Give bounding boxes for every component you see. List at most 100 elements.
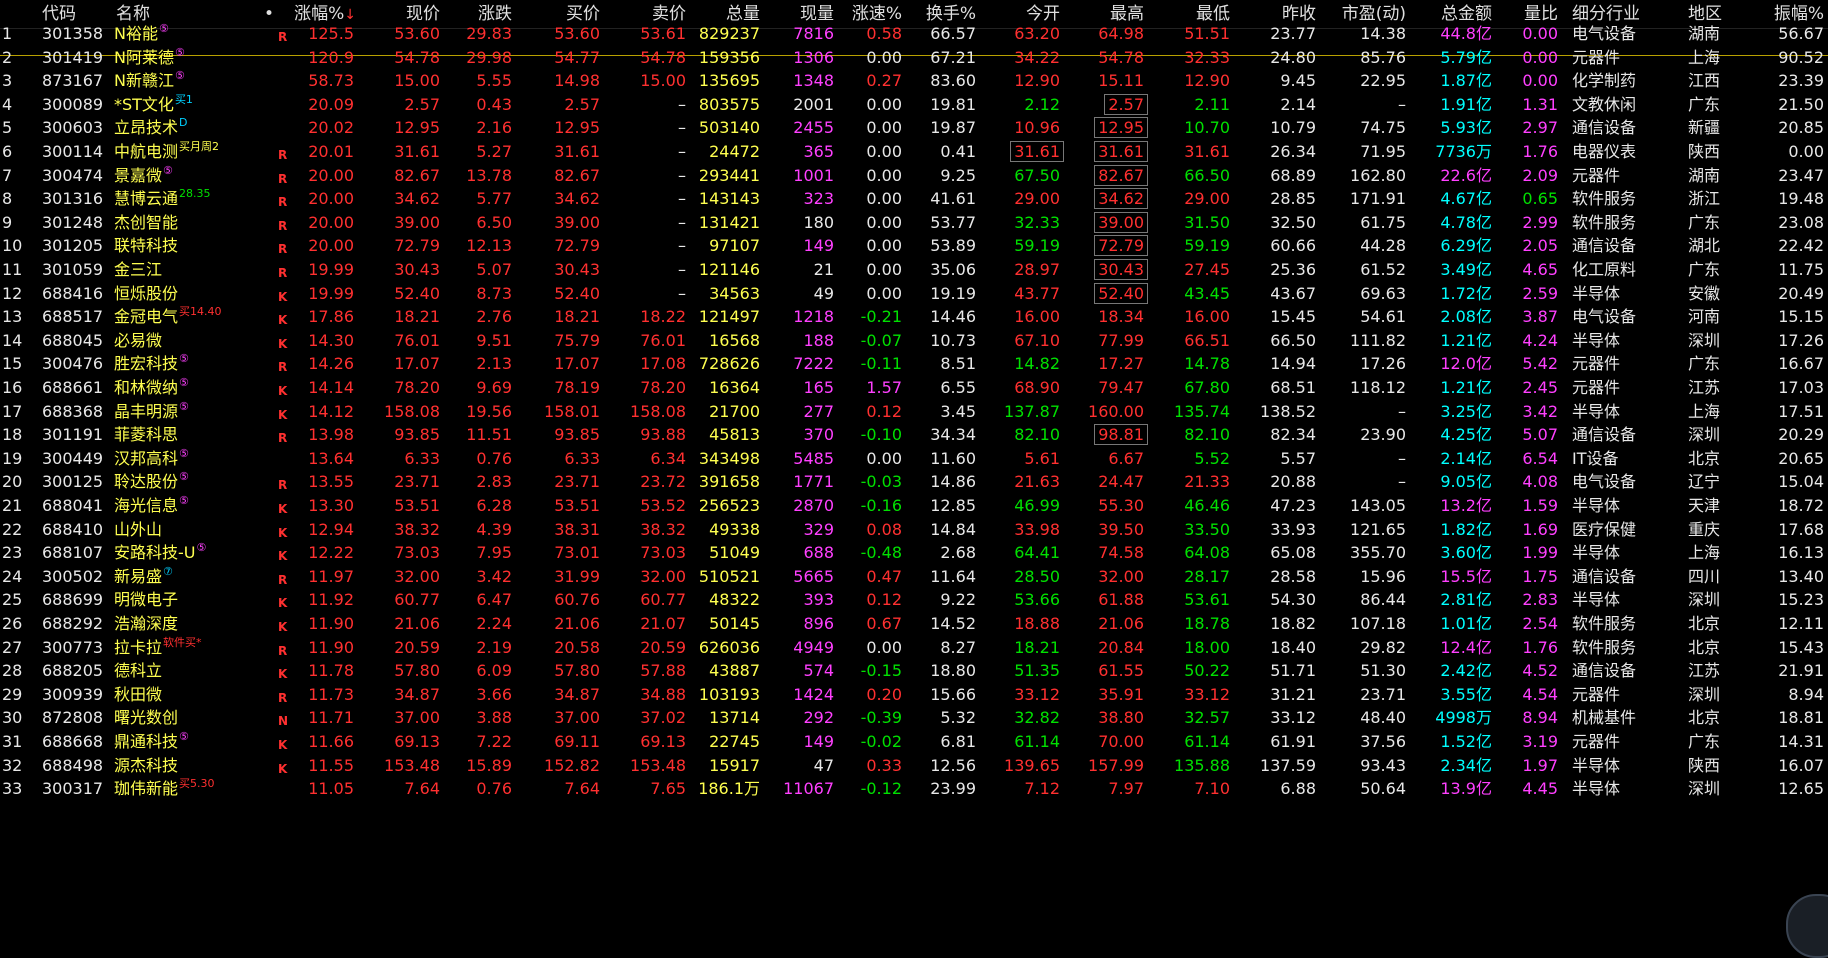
table-row[interactable]: 14 688045 必易微 K 14.30 76.01 9.51 75.79 76.01 1656… bbox=[0, 329, 1828, 353]
cell-cur-value: 180 bbox=[803, 212, 834, 232]
table-row[interactable]: 6 300114 中航电测买月周2 R 20.01 31.61 5.27 31.61–2447… bbox=[0, 140, 1828, 164]
cell-turn: 14.84 bbox=[904, 518, 976, 542]
table-row[interactable]: 1 301358 N裕能⑤ R 125.5 53.60 29.83 53.60 53.61 829… bbox=[0, 22, 1828, 46]
cell-chg-value: 58.73 bbox=[308, 71, 354, 91]
cell-open: 43.77 bbox=[978, 282, 1060, 306]
table-row[interactable]: 5 300603 立昂技术D 20.02 12.95 2.16 12.95–503140 24… bbox=[0, 116, 1828, 140]
cell-amt: 4.25亿 bbox=[1408, 423, 1492, 447]
table-row[interactable]: 13 688517 金冠电气买14.40 K 17.86 18.21 2.76 18.21 18… bbox=[0, 305, 1828, 329]
cell-prev: 33.12 bbox=[1232, 706, 1316, 730]
cell-code-value: 300449 bbox=[42, 448, 104, 468]
table-row[interactable]: 23 688107 安路科技-U⑤ K 12.22 73.03 7.95 73.01 73.03… bbox=[0, 541, 1828, 565]
cell-pe: 23.90 bbox=[1318, 423, 1406, 447]
cell-code-value: 300502 bbox=[42, 566, 104, 586]
cell-speed: 0.00 bbox=[836, 234, 902, 258]
table-row[interactable]: 15 300476 胜宏科技⑤ R 14.26 17.07 2.13 17.07 17.08 72… bbox=[0, 352, 1828, 376]
cell-high: 61.55 bbox=[1062, 659, 1144, 683]
cell-amp: 16.13 bbox=[1752, 541, 1824, 565]
table-row[interactable]: 26 688292 浩瀚深度 K 11.90 21.06 2.24 21.06 21.07 501… bbox=[0, 612, 1828, 636]
cell-bid-value: 52.40 bbox=[554, 283, 600, 303]
cell-ask-value: 73.03 bbox=[640, 543, 686, 563]
cell-open-value: 7.12 bbox=[1024, 779, 1060, 799]
cell-vol-value: 256523 bbox=[698, 496, 760, 515]
cell-chg-value: 19.99 bbox=[308, 260, 354, 279]
cell-open: 28.50 bbox=[978, 565, 1060, 589]
table-row[interactable]: 20 300125 聆达股份⑤ R 13.55 23.71 2.83 23.71 23.72 39… bbox=[0, 470, 1828, 494]
table-row[interactable]: 27 300773 拉卡拉软件买* R 11.90 20.59 2.19 20.58 20.59… bbox=[0, 636, 1828, 660]
cell-ind-value: 半导体 bbox=[1572, 401, 1621, 421]
table-row[interactable]: 7 300474 景嘉微⑤ R 20.00 82.67 13.78 82.67–293441 1… bbox=[0, 164, 1828, 188]
table-row[interactable]: 2 301419 N阿莱德⑤ 120.9 54.78 29.98 54.77 54.78 159… bbox=[0, 46, 1828, 70]
table-row[interactable]: 22 688410 山外山 K 12.94 38.32 4.39 38.31 38.32 4933… bbox=[0, 518, 1828, 542]
table-row[interactable]: 32 688498 源杰科技 K 11.55 153.48 15.89 152.82 153.4… bbox=[0, 754, 1828, 778]
table-row[interactable]: 25 688699 明微电子 K 11.92 60.77 6.47 60.76 60.77 483… bbox=[0, 588, 1828, 612]
table-row[interactable]: 3 873167 N新赣江⑤ 58.73 15.00 5.55 14.98 15.00 1356… bbox=[0, 69, 1828, 93]
table-row[interactable]: 33 300317 珈伟新能买5.30 11.05 7.64 0.76 7.64 7.65 18… bbox=[0, 777, 1828, 801]
table-row[interactable]: 19 300449 汉邦高科⑤ 13.64 6.33 0.76 6.33 6.34 343498… bbox=[0, 447, 1828, 471]
table-row[interactable]: 12 688416 恒烁股份 K 19.99 52.40 8.73 52.40–34563 49… bbox=[0, 282, 1828, 306]
cell-high: 20.84 bbox=[1062, 636, 1144, 660]
cell-low: 32.57 bbox=[1146, 706, 1230, 730]
table-row[interactable]: 8 301316 慧博云通28.35 R 20.00 34.62 5.77 34.62–143… bbox=[0, 187, 1828, 211]
corner-float-button[interactable] bbox=[1786, 894, 1828, 958]
cell-cur: 149 bbox=[762, 730, 834, 754]
cell-chg: 11.90 bbox=[278, 612, 354, 636]
table-row[interactable]: 4 300089 *ST文化买1 20.09 2.57 0.43 2.57–803575 20… bbox=[0, 93, 1828, 117]
cell-pe: 29.82 bbox=[1318, 636, 1406, 660]
cell-code-value: 300089 bbox=[42, 94, 104, 114]
table-row[interactable]: 24 300502 新易盛⑦ R 11.97 32.00 3.42 31.99 32.00 510… bbox=[0, 565, 1828, 589]
cell-name-value: 海光信息 bbox=[114, 496, 179, 515]
cell-turn: 23.99 bbox=[904, 777, 976, 801]
table-row[interactable]: 11 301059 金三江 R 19.99 30.43 5.07 30.43–121146 21… bbox=[0, 258, 1828, 282]
cell-speed: 0.00 bbox=[836, 211, 902, 235]
table-row[interactable]: 17 688368 晶丰明源⑤ K 14.12 158.08 19.56 158.01 158.… bbox=[0, 400, 1828, 424]
table-row[interactable]: 28 688205 德科立 K 11.78 57.80 6.09 57.80 57.88 4388… bbox=[0, 659, 1828, 683]
cell-low-value: 50.22 bbox=[1184, 661, 1230, 681]
cell-amp-value: 15.15 bbox=[1778, 307, 1824, 327]
table-row[interactable]: 29 300939 秋田微 R 11.73 34.87 3.66 34.87 34.88 1031… bbox=[0, 683, 1828, 707]
cell-ind: 元器件 bbox=[1572, 46, 1672, 70]
cell-vol: 34563 bbox=[688, 282, 760, 306]
cell-vol-value: 97107 bbox=[709, 236, 760, 256]
cell-vr-value: 4.54 bbox=[1522, 684, 1558, 704]
cell-amt-value: 13.9亿 bbox=[1440, 779, 1492, 799]
col-header-label: 细分行业 bbox=[1572, 4, 1640, 24]
cell-speed-value: 0.00 bbox=[866, 189, 902, 209]
cell-chg: 11.90 bbox=[278, 636, 354, 660]
cell-bid: 2.57 bbox=[514, 93, 600, 117]
cell-bid: 30.43 bbox=[514, 258, 600, 282]
cell-vr: 2.59 bbox=[1494, 282, 1558, 306]
table-row[interactable]: 10 301205 联特科技 R 20.00 72.79 12.13 72.79–97107 1… bbox=[0, 234, 1828, 258]
table-row[interactable]: 18 301191 菲菱科思 R 13.98 93.85 11.51 93.85 93.88 45… bbox=[0, 423, 1828, 447]
table-row[interactable]: 31 688668 鼎通科技⑤ K 11.66 69.13 7.22 69.11 69.13 22… bbox=[0, 730, 1828, 754]
col-header-label: 涨跌 bbox=[478, 4, 512, 24]
cell-ind-value: 元器件 bbox=[1572, 378, 1621, 397]
cell-price-value: 82.67 bbox=[394, 165, 440, 185]
table-row[interactable]: 9 301248 杰创智能 R 20.00 39.00 6.50 39.00–131421 18… bbox=[0, 211, 1828, 235]
cell-pe: 143.05 bbox=[1318, 494, 1406, 518]
cell-amt: 13.9亿 bbox=[1408, 777, 1492, 801]
cell-price: 60.77 bbox=[356, 588, 440, 612]
cell-ind: 元器件 bbox=[1572, 730, 1672, 754]
cell-ask: 53.52 bbox=[602, 494, 686, 518]
cell-pe: 17.26 bbox=[1318, 352, 1406, 376]
cell-region-value: 广东 bbox=[1688, 260, 1721, 279]
cell-diff: 6.47 bbox=[442, 588, 512, 612]
cell-amt: 2.14亿 bbox=[1408, 447, 1492, 471]
table-row[interactable]: 16 688661 和林微纳⑤ K 14.14 78.20 9.69 78.19 78.20 16… bbox=[0, 376, 1828, 400]
cell-cur-value: 574 bbox=[803, 661, 834, 681]
cell-name-value: 杰创智能 bbox=[114, 212, 179, 232]
cell-amt: 1.21亿 bbox=[1408, 376, 1492, 400]
cell-name-value: *ST文化 bbox=[114, 94, 174, 114]
cell-turn: 19.19 bbox=[904, 282, 976, 306]
cell-idx-value: 20 bbox=[2, 472, 23, 492]
cell-price: 73.03 bbox=[356, 541, 440, 565]
cell-cur: 11067 bbox=[762, 777, 834, 801]
cell-chg-value: 20.09 bbox=[308, 94, 354, 114]
cell-diff: 11.51 bbox=[442, 423, 512, 447]
cell-open: 139.65 bbox=[978, 754, 1060, 778]
table-row[interactable]: 30 872808 曙光数创 N 11.71 37.00 3.88 37.00 37.02 137… bbox=[0, 706, 1828, 730]
name-tag-badge: ⑦ bbox=[163, 564, 173, 578]
table-row[interactable]: 21 688041 海光信息⑤ K 13.30 53.51 6.28 53.51 53.52 25… bbox=[0, 494, 1828, 518]
cell-pe: 86.44 bbox=[1318, 588, 1406, 612]
